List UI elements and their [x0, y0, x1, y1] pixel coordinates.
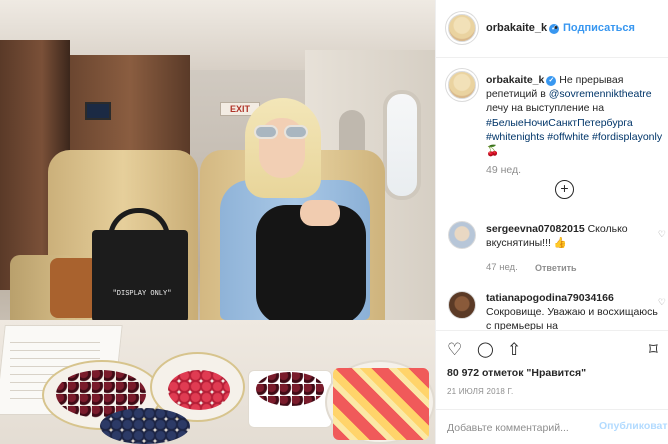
comment-item: tatianapogodina79034166 Сокровище. Уважа… — [486, 291, 664, 331]
raspberries — [168, 370, 230, 410]
comment-item: sergeevna07082015 Сколько вкуснятины!!! … — [486, 222, 664, 250]
comment-like-icon[interactable]: ♡ — [658, 297, 666, 308]
comment-username[interactable]: sergeevna07082015 — [486, 223, 585, 235]
comment-like-icon[interactable]: ♡ — [658, 229, 666, 240]
post-sidebar: orbakaite_k ✓ • Подписаться orbakaite_k ✓ … — [435, 0, 668, 444]
post-caption: orbakaite_k ✓ Не прерывая репетиций в @so… — [486, 73, 666, 158]
blueberries — [100, 408, 190, 444]
pillow — [50, 258, 98, 318]
author-username-text[interactable]: orbakaite_k — [486, 22, 547, 34]
comment-icon[interactable]: ◯ — [477, 341, 494, 358]
caption-age[interactable]: 49 нед. — [486, 164, 521, 176]
reply-button[interactable]: Ответить — [535, 263, 577, 273]
caption-avatar[interactable] — [448, 71, 476, 99]
post-date[interactable]: 21 ИЮЛЯ 2018 Г. — [447, 387, 513, 396]
follow-button[interactable]: Подписаться — [563, 22, 635, 34]
load-more-comments-icon[interactable]: + — [555, 180, 574, 199]
caption-mention[interactable]: @sovremenniktheatre — [549, 88, 652, 100]
cabin-screen — [85, 102, 111, 120]
caption-hashtags-2[interactable]: #whitenights #offwhite #fordisplayonly — [486, 131, 662, 143]
save-icon[interactable]: ⌑ — [649, 341, 658, 358]
author-username[interactable]: orbakaite_k ✓ — [486, 22, 560, 34]
share-icon[interactable]: ⇧ — [507, 341, 521, 358]
caption-hashtags-1[interactable]: #БелыеНочиСанктПетербурга — [486, 117, 633, 129]
caption-username[interactable]: orbakaite_k — [486, 74, 544, 86]
comment-input[interactable] — [447, 420, 592, 436]
publish-button[interactable]: Опубликовать — [599, 420, 668, 432]
woman-hands — [300, 200, 340, 226]
sunglasses — [254, 125, 310, 139]
post-actions: ♡ ◯ ⇧ ⌑ 80 972 отметок "Нравится" 21 ИЮЛ… — [436, 330, 668, 444]
cabin-window — [383, 90, 421, 200]
comment-avatar[interactable] — [448, 221, 476, 249]
add-comment-row: Опубликовать — [436, 409, 668, 444]
verified-badge-icon: ✓ — [546, 76, 557, 86]
comment-avatar[interactable] — [448, 291, 476, 319]
author-avatar[interactable] — [448, 14, 476, 42]
post-photo[interactable]: EXIT "DISPLAY ONLY" — [0, 0, 435, 444]
comment-text: Сокровище. Уважаю и восхищаюсь с премьер… — [486, 306, 658, 331]
tote-bag — [92, 230, 188, 322]
comment-age[interactable]: 47 нед. — [486, 262, 518, 273]
like-icon[interactable]: ♡ — [447, 341, 462, 358]
likes-count[interactable]: 80 972 отметок "Нравится" — [447, 367, 586, 379]
post-header: orbakaite_k ✓ • Подписаться — [436, 0, 668, 58]
separator-dot: • — [554, 22, 558, 34]
bag-label: "DISPLAY ONLY" — [112, 290, 172, 298]
cherries-bowl — [256, 372, 324, 406]
cherry-emoji: 🍒 — [486, 145, 500, 158]
caption-text-2: лечу на выступление на — [486, 102, 605, 115]
comment-username[interactable]: tatianapogodina79034166 — [486, 292, 614, 304]
watermelon-pineapple — [333, 368, 429, 440]
